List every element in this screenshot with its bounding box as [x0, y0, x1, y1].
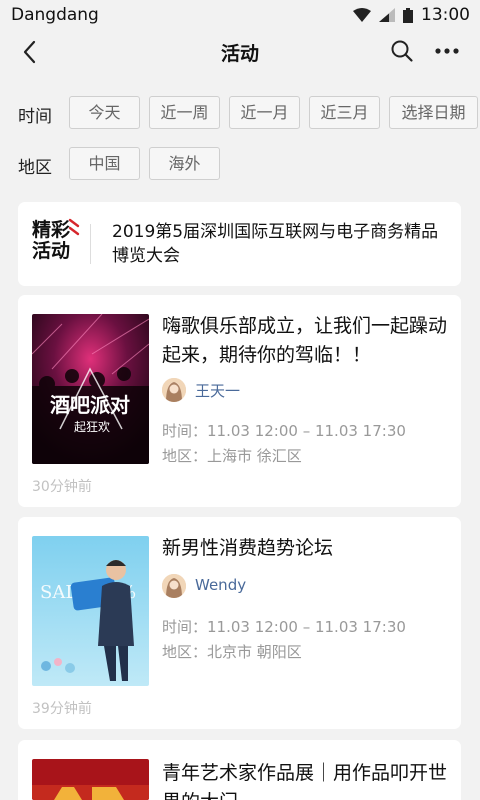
event-time: 时间：11.03 12:00 – 11.03 17:30	[162, 618, 406, 636]
clock-time: 13:00	[421, 5, 470, 25]
event-posted-ago: 39分钟前	[32, 701, 92, 717]
event-poster-image: SALE 80%	[32, 536, 149, 686]
event-poster-image: 酒吧派对 起狂欢	[32, 314, 149, 464]
filter-chip-three-months[interactable]: 近三月	[309, 96, 380, 129]
wifi-icon	[353, 8, 371, 22]
event-title: 嗨歌俱乐部成立，让我们一起躁动起来，期待你的驾临！！	[162, 315, 448, 366]
back-arrow-icon[interactable]	[18, 39, 44, 65]
avatar[interactable]	[162, 378, 186, 402]
event-author[interactable]: 王天一	[195, 380, 240, 401]
cellular-signal-icon	[379, 8, 395, 22]
poster-headline: 酒吧派对	[50, 393, 130, 417]
nav-bar: 活动	[0, 30, 480, 74]
event-posted-ago: 30分钟前	[32, 479, 92, 495]
filter-chip-today[interactable]: 今天	[69, 96, 140, 129]
more-options-icon[interactable]	[434, 43, 460, 59]
battery-icon	[403, 7, 413, 23]
logo-line-1: 精彩	[32, 219, 71, 241]
event-poster-image	[32, 759, 149, 800]
poster-subline: 起狂欢	[74, 419, 110, 434]
logo-line-2: 活动	[32, 240, 71, 262]
time-filter-label: 时间	[18, 107, 52, 127]
region-filter-label: 地区	[18, 158, 52, 178]
filter-chip-choose-date[interactable]: 选择日期	[389, 96, 478, 129]
event-title: 青年艺术家作品展｜用作品叩开世界的大门	[162, 762, 448, 800]
filter-chip-week[interactable]: 近一周	[149, 96, 220, 129]
status-bar: Dangdang 13:00	[0, 0, 480, 30]
search-icon[interactable]	[390, 39, 414, 63]
banner-divider	[90, 224, 91, 264]
featured-event-banner[interactable]: 精彩 活动 2019第5届深圳国际互联网与电子商务精品博览大会	[18, 202, 461, 286]
event-author[interactable]: Wendy	[195, 576, 246, 594]
event-time: 时间：11.03 12:00 – 11.03 17:30	[162, 422, 406, 440]
event-region: 地区：上海市 徐汇区	[162, 447, 302, 465]
event-card[interactable]: 青年艺术家作品展｜用作品叩开世界的大门	[18, 740, 461, 800]
logo-accent-mark	[68, 218, 80, 236]
carrier-name: Dangdang	[11, 5, 99, 25]
time-filter-row: 时间 今天 近一周 近一月 近三月 选择日期	[0, 96, 480, 130]
event-card[interactable]: SALE 80% 新男性消费趋势论坛 Wendy 时间：11.03 12:00 …	[18, 517, 461, 729]
region-filter-row: 地区 中国 海外	[0, 147, 480, 181]
filter-chip-overseas[interactable]: 海外	[149, 147, 220, 180]
filter-chip-china[interactable]: 中国	[69, 147, 140, 180]
banner-title: 2019第5届深圳国际互联网与电子商务精品博览大会	[112, 222, 439, 266]
event-title: 新男性消费趋势论坛	[162, 537, 334, 559]
filter-chip-month[interactable]: 近一月	[229, 96, 300, 129]
avatar[interactable]	[162, 574, 186, 598]
status-icons: 13:00	[353, 5, 470, 25]
event-region: 地区：北京市 朝阳区	[162, 643, 302, 661]
event-card[interactable]: 酒吧派对 起狂欢 嗨歌俱乐部成立，让我们一起躁动起来，期待你的驾临！！ 王天一 …	[18, 295, 461, 507]
